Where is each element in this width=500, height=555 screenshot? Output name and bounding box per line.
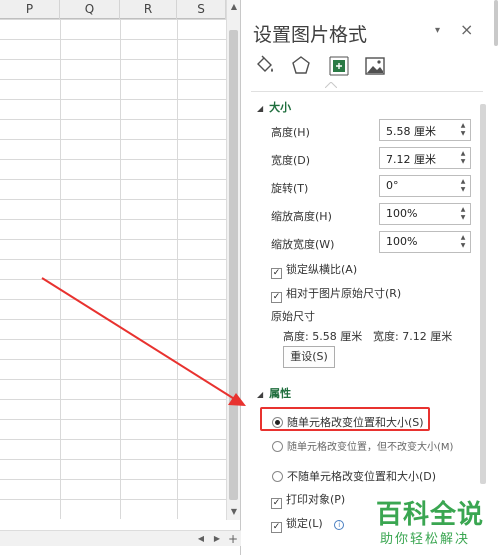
vertical-scroll-thumb[interactable] <box>229 30 238 500</box>
pane-title: 设置图片格式 <box>253 24 368 46</box>
watermark-logo: 百科全说 助你轻松解决 <box>370 492 498 550</box>
height-spinner[interactable]: 5.58 厘米 ▲ ▼ <box>379 119 471 141</box>
cell-grid[interactable] <box>0 19 226 519</box>
active-tab-indicator <box>325 82 337 88</box>
width-value[interactable]: 7.12 厘米 <box>386 151 436 167</box>
relative-original-label: 相对于图片原始尺寸(R) <box>286 287 402 300</box>
print-object-label: 打印对象(P) <box>286 493 346 506</box>
fill-line-icon[interactable] <box>253 54 277 78</box>
info-icon[interactable]: i <box>334 520 345 530</box>
column-header-row: P Q R S <box>0 0 226 19</box>
checkmark-icon[interactable]: ✓ <box>271 292 282 303</box>
spinner-arrows-icon[interactable]: ▲ ▼ <box>459 206 467 222</box>
spinner-arrows-icon[interactable]: ▲ ▼ <box>459 234 467 250</box>
horizontal-scrollbar[interactable]: ◀ ▶ + <box>0 530 241 546</box>
vertical-scrollbar[interactable]: ▲ ▼ <box>226 0 240 520</box>
column-header-p[interactable]: P <box>0 0 60 19</box>
size-section-header[interactable]: ◢ 大小 <box>257 99 291 115</box>
scroll-left-icon[interactable]: ◀ <box>194 531 208 547</box>
checkmark-icon[interactable]: ✓ <box>271 498 282 509</box>
checkmark-icon[interactable]: ✓ <box>271 522 282 533</box>
watermark-subtitle: 助你轻松解决 <box>380 532 471 547</box>
width-spinner[interactable]: 7.12 厘米 ▲ ▼ <box>379 147 471 169</box>
pane-options-icon[interactable]: ▾ <box>435 25 440 36</box>
original-size-label: 原始尺寸 <box>271 310 315 323</box>
properties-section-title: 属性 <box>269 387 292 400</box>
spreadsheet-area: P Q R S ▲ ▼ ◀ ▶ + <box>0 0 241 555</box>
radio-move-only-label: 随单元格改变位置，但不改变大小(M) <box>287 442 454 453</box>
watermark-title: 百科全说 <box>376 500 485 530</box>
spinner-arrows-icon[interactable]: ▲ ▼ <box>459 150 467 166</box>
height-value[interactable]: 5.58 厘米 <box>386 123 436 139</box>
collapse-triangle-icon: ◢ <box>257 390 264 399</box>
scale-width-spinner[interactable]: 100% ▲ ▼ <box>379 231 471 253</box>
radio-unselected-icon[interactable] <box>272 471 283 482</box>
locked-checkbox[interactable]: ✓ 锁定(L) i <box>271 515 345 533</box>
radio-no-move[interactable]: 不随单元格改变位置和大小(D) <box>272 468 436 484</box>
add-sheet-icon[interactable]: + <box>226 531 240 547</box>
picture-icon[interactable] <box>363 54 387 78</box>
spinner-arrows-icon[interactable]: ▲ ▼ <box>459 122 467 138</box>
pane-resize-handle[interactable] <box>493 0 500 50</box>
checkmark-icon[interactable]: ✓ <box>271 268 282 279</box>
scale-height-value[interactable]: 100% <box>386 207 417 220</box>
collapse-triangle-icon: ◢ <box>257 104 264 113</box>
scale-height-spinner[interactable]: 100% ▲ ▼ <box>379 203 471 225</box>
original-height-text: 高度: 5.58 厘米 <box>283 330 363 343</box>
effects-icon[interactable] <box>289 54 313 78</box>
rotation-spinner[interactable]: 0° ▲ ▼ <box>379 175 471 197</box>
pane-content: ◢ 大小 高度(H) 5.58 厘米 ▲ ▼ 宽度(D) 7.12 厘米 ▲ ▼ 旋转… <box>253 96 487 555</box>
grid-line <box>177 19 178 519</box>
relative-original-checkbox[interactable]: ✓ 相对于图片原始尺寸(R) <box>271 285 401 303</box>
size-section-title: 大小 <box>269 101 292 114</box>
scale-width-label: 缩放宽度(W) <box>271 238 335 251</box>
highlight-box <box>260 407 430 431</box>
original-width-text: 宽度: 7.12 厘米 <box>373 330 453 343</box>
rotation-label: 旋转(T) <box>271 182 309 195</box>
scroll-up-icon[interactable]: ▲ <box>227 0 241 14</box>
grid-line <box>60 19 61 519</box>
radio-move-only[interactable]: 随单元格改变位置，但不改变大小(M) <box>272 438 453 454</box>
scale-height-label: 缩放高度(H) <box>271 210 332 223</box>
height-label: 高度(H) <box>271 126 310 139</box>
spinner-arrows-icon[interactable]: ▲ ▼ <box>459 178 467 194</box>
column-header-q[interactable]: Q <box>60 0 120 19</box>
column-header-r[interactable]: R <box>120 0 177 19</box>
size-properties-icon[interactable] <box>327 54 351 78</box>
locked-label: 锁定(L) <box>286 517 323 530</box>
radio-no-move-label: 不随单元格改变位置和大小(D) <box>287 470 437 483</box>
print-object-checkbox[interactable]: ✓ 打印对象(P) <box>271 491 345 509</box>
lock-aspect-label: 锁定纵横比(A) <box>286 263 358 276</box>
scale-width-value[interactable]: 100% <box>386 235 417 248</box>
reset-button[interactable]: 重设(S) <box>283 346 335 368</box>
scroll-right-icon[interactable]: ▶ <box>210 531 224 547</box>
grid-line <box>120 19 121 519</box>
lock-aspect-checkbox[interactable]: ✓ 锁定纵横比(A) <box>271 261 357 279</box>
rotation-value[interactable]: 0° <box>386 179 399 192</box>
format-picture-pane: 设置图片格式 ▾ × ◢ 大小 高度(H) 5.58 厘米 ▲ ▼ 宽度(D) … <box>241 0 500 555</box>
width-label: 宽度(D) <box>271 154 311 167</box>
tab-divider <box>251 91 483 92</box>
close-icon[interactable]: × <box>460 20 473 39</box>
column-header-s[interactable]: S <box>177 0 226 19</box>
properties-section-header[interactable]: ◢ 属性 <box>257 385 291 401</box>
scroll-down-icon[interactable]: ▼ <box>227 505 241 519</box>
radio-unselected-icon[interactable] <box>272 441 283 452</box>
